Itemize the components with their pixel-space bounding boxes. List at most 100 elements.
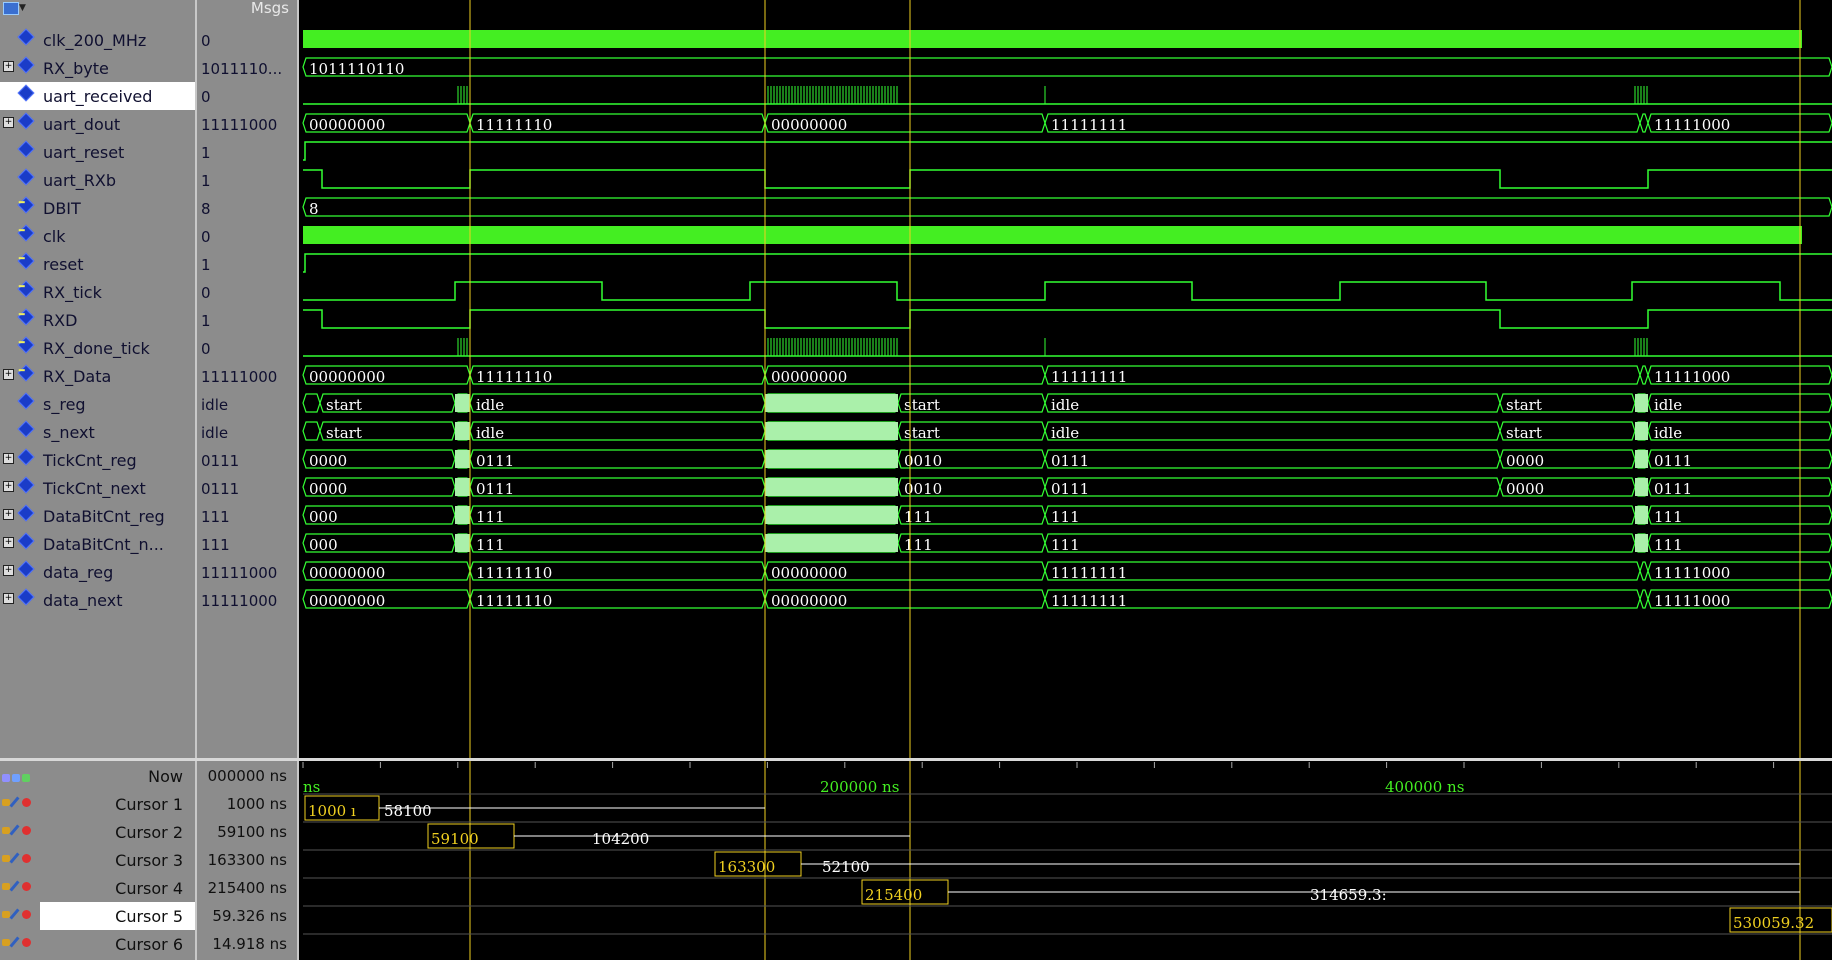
bus-value: start: [326, 396, 362, 414]
bus-value: 00000000: [309, 564, 385, 582]
cursor-value-cell[interactable]: 59.326 ns: [198, 902, 295, 930]
bus-segment: [469, 449, 766, 469]
cursor-label: Cursor 3: [115, 851, 183, 870]
digital-wave: [303, 141, 1832, 161]
bus-value: idle: [1051, 396, 1079, 414]
bus-value: 11111111: [1051, 564, 1127, 582]
bus-value: start: [904, 424, 940, 442]
bus-segment: [469, 533, 766, 553]
bus-value: 111: [476, 536, 505, 554]
bus-value: 00000000: [771, 116, 847, 134]
bus-value: 11111111: [1051, 592, 1127, 610]
cursor-value: 1000 ns: [226, 795, 287, 813]
bus-value: 000: [309, 536, 338, 554]
bus-segment: [1044, 449, 1501, 469]
bus-value: 0111: [1654, 480, 1692, 498]
cursor-box-label: 59100: [431, 830, 479, 848]
bus-busy-fill: [1635, 506, 1648, 524]
bus-busy-fill: [765, 450, 898, 468]
cursor-value: 163300 ns: [207, 851, 287, 869]
bus-segment: [469, 421, 766, 441]
bus-busy-fill: [765, 394, 898, 412]
cursor-box-label: 215400: [865, 886, 922, 904]
bus-value: 00000000: [771, 368, 847, 386]
cursor-label: Cursor 4: [115, 879, 183, 898]
cursor-box-label: 530059.32: [1733, 914, 1814, 932]
cursor-row[interactable]: Cursor 2: [0, 818, 195, 846]
bus-value: 11111000: [1654, 592, 1730, 610]
cursor-pane-divider[interactable]: [0, 758, 1832, 761]
bus-value: 0000: [1506, 452, 1544, 470]
bus-busy-fill: [765, 422, 898, 440]
cursor-delta-label: 314659.3:: [1310, 886, 1387, 904]
cursor-value-cell[interactable]: 163300 ns: [198, 846, 295, 874]
digital-wave: [303, 281, 1832, 301]
bus-value: 0111: [1051, 452, 1089, 470]
cursor-label: Cursor 2: [115, 823, 183, 842]
cursor-row[interactable]: Cursor 5: [40, 902, 195, 930]
cursor-row[interactable]: Cursor 4: [0, 874, 195, 902]
bus-segment: [469, 505, 766, 525]
bus-value: 11111110: [476, 116, 552, 134]
bus-busy-fill: [765, 506, 898, 524]
bus-value: 00000000: [309, 592, 385, 610]
bus-segment: [302, 393, 321, 413]
bus-value: 11111000: [1654, 564, 1730, 582]
bus-segment: [1044, 113, 1641, 133]
timeline-label: ns: [303, 778, 320, 796]
bus-segment: [1044, 561, 1641, 581]
toolbar-icons[interactable]: [2, 767, 32, 786]
edit-icon[interactable]: [9, 908, 20, 920]
bus-busy-fill: [765, 478, 898, 496]
bus-segment: [469, 477, 766, 497]
cursor-delta-label: 52100: [822, 858, 870, 876]
bus-value: 111: [1654, 536, 1683, 554]
cursor-value-cell[interactable]: 1000 ns: [198, 790, 295, 818]
cursor-row[interactable]: Cursor 3: [0, 846, 195, 874]
delete-cursor-icon[interactable]: [22, 910, 31, 919]
cursor-row[interactable]: Cursor 6: [0, 930, 195, 958]
bus-busy-fill: [1635, 450, 1648, 468]
bus-value: 00000000: [309, 116, 385, 134]
bus-segment: [1639, 365, 1649, 385]
bus-segment: [1639, 561, 1649, 581]
bus-value: 8: [309, 200, 319, 218]
bus-segment: [302, 421, 321, 441]
bus-segment: [1044, 589, 1641, 609]
cursor-delta-label: 104200: [592, 830, 649, 848]
bus-value: idle: [1654, 396, 1682, 414]
cursor-box-label: 163300: [718, 858, 775, 876]
cursor-value-cell[interactable]: 14.918 ns: [198, 930, 295, 958]
bus-value: 11111000: [1654, 368, 1730, 386]
cursor-value: 59100 ns: [217, 823, 287, 841]
cursor-value-cell[interactable]: 215400 ns: [198, 874, 295, 902]
bus-value: idle: [476, 424, 504, 442]
cursor-value: 215400 ns: [207, 879, 287, 897]
bus-value: 00000000: [771, 592, 847, 610]
cursor-label: Cursor 1: [115, 795, 183, 814]
cursor-box-label: 1000 ı: [308, 802, 356, 820]
bus-busy-fill: [455, 394, 470, 412]
bus-value: idle: [476, 396, 504, 414]
bus-value: 111: [1051, 536, 1080, 554]
bus-value: 0000: [309, 452, 347, 470]
cursor-row[interactable]: Cursor 1: [0, 790, 195, 818]
bus-busy-fill: [455, 506, 470, 524]
cursor-value-cell[interactable]: 59100 ns: [198, 818, 295, 846]
bus-value: start: [1506, 424, 1542, 442]
bus-busy-fill: [455, 534, 470, 552]
digital-wave: [303, 309, 1832, 329]
bus-value: 11111111: [1051, 368, 1127, 386]
now-row: Now: [0, 762, 195, 790]
digital-wave: [303, 169, 1832, 189]
cursor-label: Cursor 6: [115, 935, 183, 954]
bus-segment: [302, 197, 1832, 217]
bus-value: start: [326, 424, 362, 442]
bus-segment: [1044, 365, 1641, 385]
bus-value: 11111110: [476, 564, 552, 582]
timeline-label: 200000 ns: [820, 778, 899, 796]
bus-value: idle: [1654, 424, 1682, 442]
bus-busy-fill: [455, 478, 470, 496]
bus-value: 0111: [476, 480, 514, 498]
bus-value: 11111110: [476, 592, 552, 610]
